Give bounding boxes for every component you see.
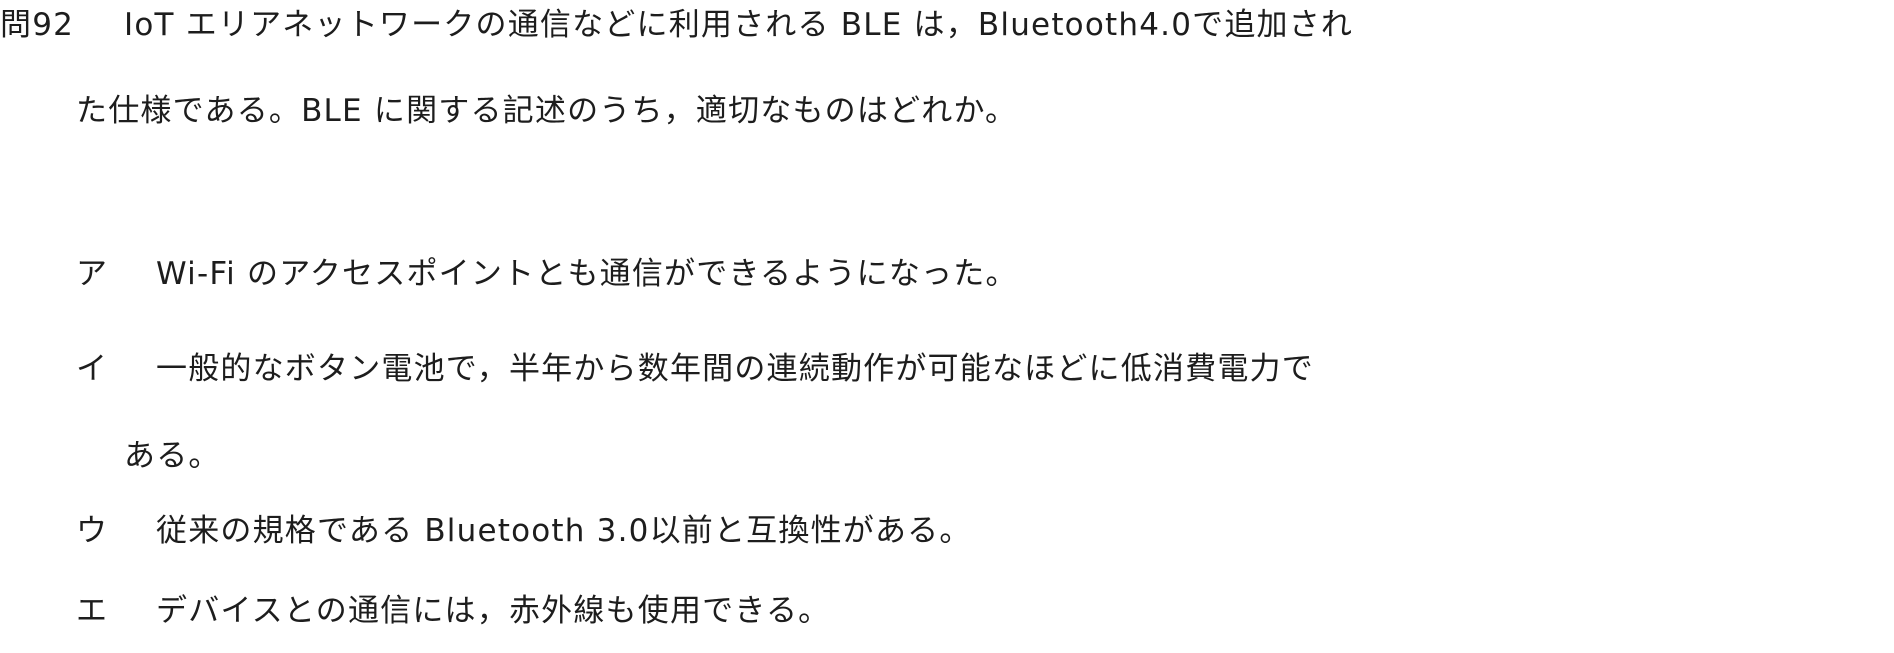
option-u-label: ウ xyxy=(76,513,109,549)
option-e-label: エ xyxy=(76,593,109,629)
option-i-text: 一般的なボタン電池で，半年から数年間の連続動作が可能なほどに低消費電力で xyxy=(156,351,1314,387)
option-a-label: ア xyxy=(76,256,109,292)
option-e-text: デバイスとの通信には，赤外線も使用できる。 xyxy=(156,593,831,629)
question-number: 問92 xyxy=(0,7,75,43)
exam-page: 問92 IoT エリアネットワークの通信などに利用される BLE は，Bluet… xyxy=(0,0,1894,653)
option-u-text: 従来の規格である Bluetooth 3.0以前と互換性がある。 xyxy=(156,513,972,549)
question-text-line2: た仕様である。BLE に関する記述のうち，適切なものはどれか。 xyxy=(76,93,1018,129)
option-i-continuation: ある。 xyxy=(124,438,221,474)
option-a-text: Wi-Fi のアクセスポイントとも通信ができるようになった。 xyxy=(156,256,1018,292)
question-text-line1: IoT エリアネットワークの通信などに利用される BLE は，Bluetooth… xyxy=(124,7,1354,43)
option-i-label: イ xyxy=(76,351,109,387)
